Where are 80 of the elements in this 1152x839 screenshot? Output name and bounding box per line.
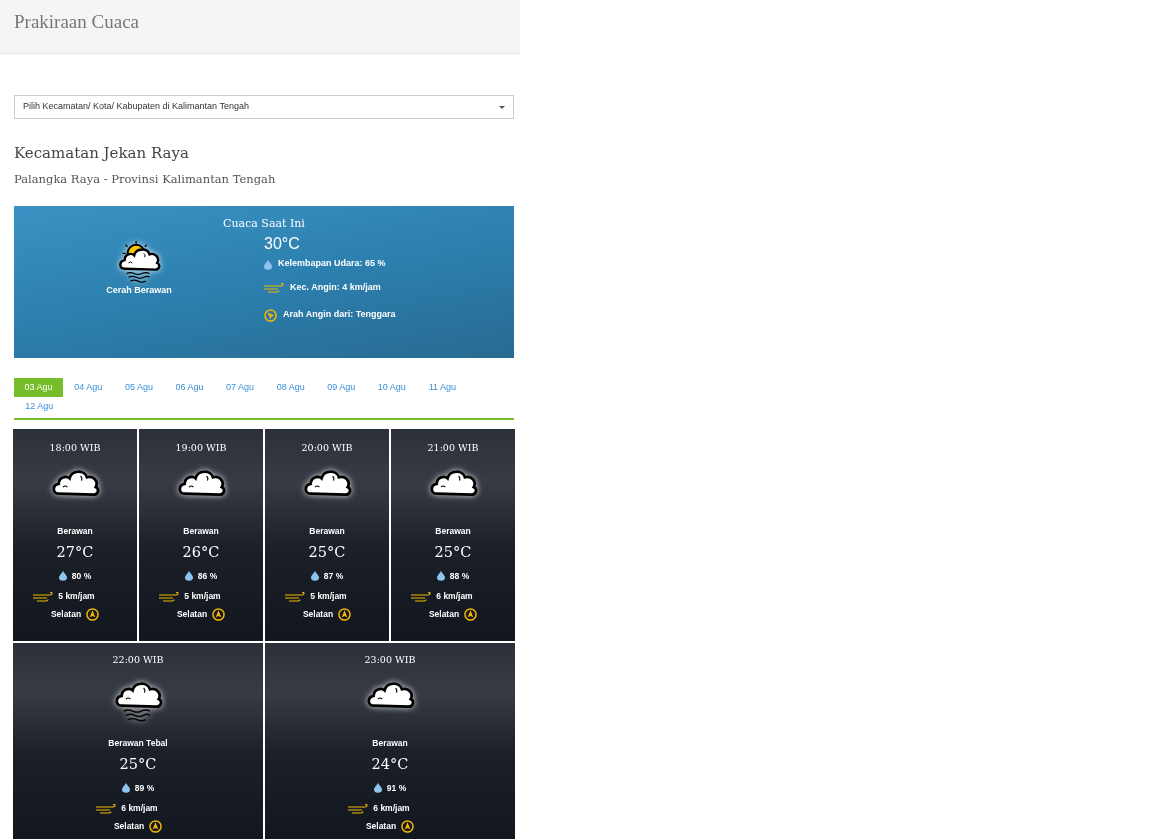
wind-direction-text: Selatan — [302, 608, 334, 621]
condition-text: Berawan — [372, 737, 408, 750]
date-tab[interactable]: 03 Agu — [14, 377, 63, 397]
wind-icon — [348, 803, 369, 814]
wind-speed-text: 5 km/jam — [184, 590, 221, 603]
wind-speed-text: 5 km/jam — [58, 590, 95, 603]
forecast-time: 22:00 WIB — [112, 652, 164, 667]
wind-speed-text: 6 km/jam — [121, 802, 158, 815]
select-value: Pilih Kecamatan/ Kota/ Kabupaten di Kalimantan Tengah — [23, 100, 249, 114]
date-tab[interactable]: 10 Agu — [366, 377, 418, 397]
humidity-text: 80 % — [71, 569, 92, 583]
temperature: 25°C — [308, 542, 346, 562]
temperature: 27°C — [56, 542, 94, 562]
water-drop-icon — [373, 782, 382, 794]
condition-text: Berawan Tebal — [108, 737, 168, 750]
wind-speed-text: 5 km/jam — [310, 590, 347, 603]
condition-text: Berawan — [183, 525, 219, 538]
date-tab[interactable]: 04 Agu — [63, 377, 114, 397]
wind-speed-text: 6 km/jam — [373, 802, 410, 815]
wind-direction-text: Selatan — [176, 608, 208, 621]
humidity-text: 86 % — [197, 569, 218, 583]
humidity-text: 88 % — [449, 569, 470, 583]
wind-direction-text: Arah Angin dari: Tenggara — [283, 308, 396, 322]
wind-direction-text: Selatan — [365, 820, 397, 833]
wind-direction-text: Selatan — [113, 820, 145, 833]
water-drop-icon — [436, 570, 445, 582]
temperature: 25°C — [434, 542, 472, 562]
water-drop-icon — [310, 570, 319, 582]
forecast-time: 20:00 WIB — [301, 440, 353, 455]
wind-icon — [285, 591, 306, 602]
panel-heading: Cuaca Saat Ini — [222, 215, 306, 232]
wind-icon — [96, 803, 117, 814]
forecast-time: 19:00 WIB — [175, 440, 227, 455]
water-drop-icon — [121, 782, 130, 794]
water-drop-icon — [264, 258, 272, 270]
water-drop-icon — [58, 570, 67, 582]
humidity-text: 89 % — [134, 781, 155, 795]
compass-icon — [464, 608, 478, 621]
compass-icon — [86, 608, 100, 621]
condition-text: Berawan — [309, 525, 345, 538]
wind-direction-text: Selatan — [428, 608, 460, 621]
temperature: 26°C — [182, 542, 220, 562]
humidity-text: 91 % — [386, 781, 407, 795]
wind-icon — [411, 591, 432, 602]
date-tab[interactable]: 12 Agu — [14, 396, 65, 416]
wind-icon — [264, 282, 284, 293]
date-tab[interactable]: 06 Agu — [164, 377, 215, 397]
compass-icon — [338, 608, 352, 621]
forecast-time: 23:00 WIB — [364, 652, 416, 667]
forecast-time: 18:00 WIB — [49, 440, 101, 455]
wind-direction-text: Selatan — [50, 608, 82, 621]
wind-icon — [159, 591, 180, 602]
date-tab[interactable]: 05 Agu — [113, 377, 165, 397]
wind-icon — [33, 591, 54, 602]
compass-icon — [264, 308, 277, 322]
water-drop-icon — [184, 570, 193, 582]
date-tab[interactable]: 07 Agu — [214, 377, 266, 397]
temperature: 24°C — [371, 754, 409, 774]
location-title: Kecamatan Jekan Raya — [14, 143, 190, 164]
page-title: Prakiraan Cuaca — [14, 10, 141, 34]
sun-cloud-icon — [117, 240, 161, 285]
caret-icon — [499, 105, 505, 109]
humidity-text: Kelembapan Udara: 65 % — [278, 257, 386, 271]
location-select[interactable]: Pilih Kecamatan/ Kota/ Kabupaten di Kalimantan Tengah — [14, 95, 514, 119]
date-tab[interactable]: 11 Agu — [417, 377, 468, 397]
compass-icon — [212, 608, 226, 621]
wind-speed-text: 6 km/jam — [436, 590, 473, 603]
condition-text: Berawan — [435, 525, 471, 538]
compass-icon — [149, 820, 163, 833]
temperature: 30°C — [264, 234, 301, 254]
forecast-time: 21:00 WIB — [427, 440, 479, 455]
date-tab[interactable]: 09 Agu — [315, 377, 367, 397]
humidity-text: 87 % — [323, 569, 344, 583]
date-tab[interactable]: 08 Agu — [265, 377, 316, 397]
condition-text: Berawan — [57, 525, 93, 538]
wind-speed-text: Kec. Angin: 4 km/jam — [290, 280, 381, 294]
compass-icon — [401, 820, 415, 833]
condition-text: Cerah Berawan — [106, 284, 172, 298]
location-subtitle: Palangka Raya - Provinsi Kalimantan Tengah — [14, 170, 277, 188]
temperature: 25°C — [119, 754, 157, 774]
